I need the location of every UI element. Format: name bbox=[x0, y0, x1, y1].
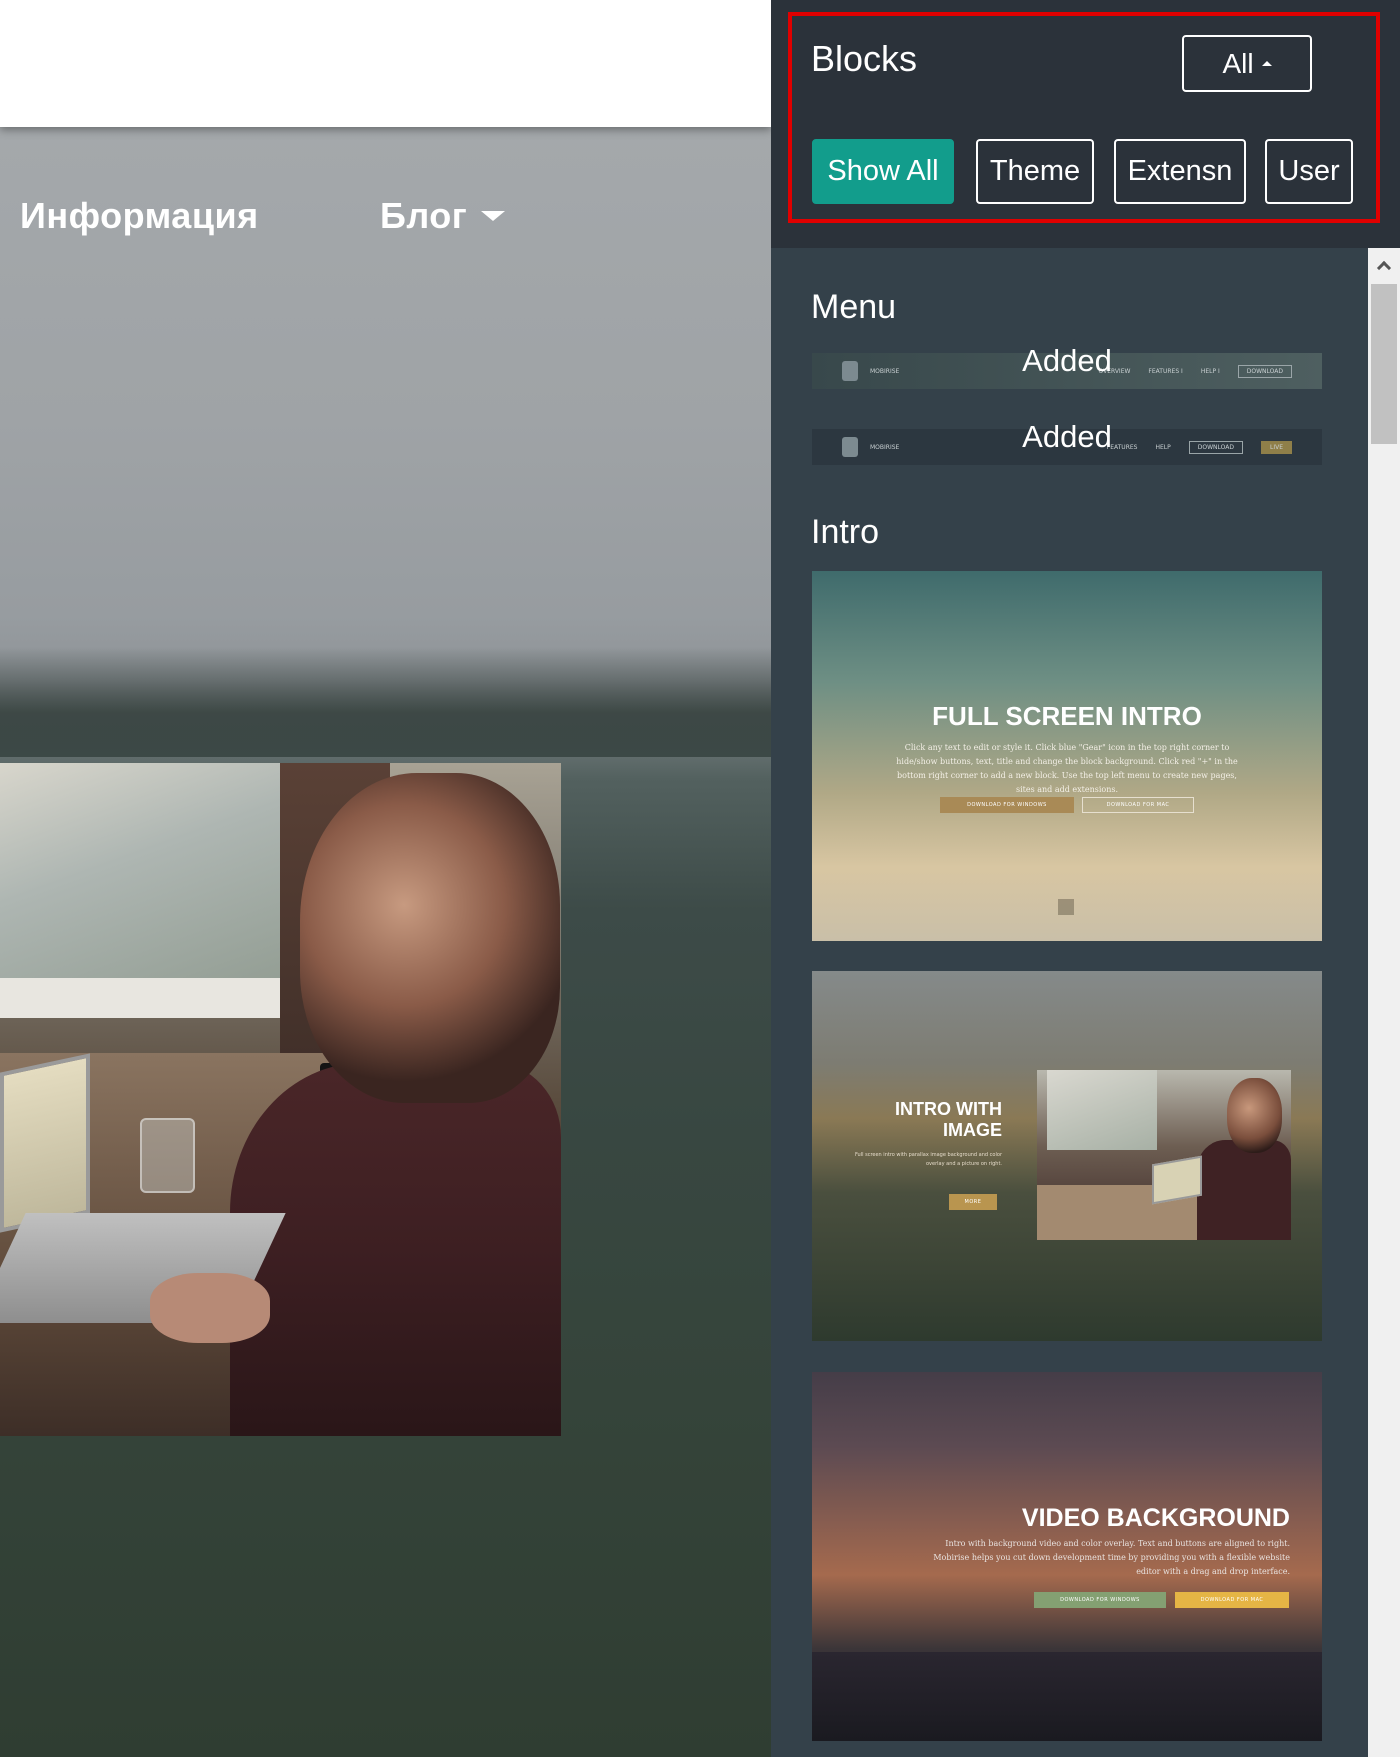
scroll-up-button[interactable] bbox=[1368, 248, 1400, 282]
block-thumb-description: Intro with background video and color ov… bbox=[933, 1539, 1290, 1576]
panel-title: Blocks bbox=[811, 38, 918, 79]
photo-person-body bbox=[230, 1063, 561, 1436]
inner-photo-person-head bbox=[1227, 1078, 1282, 1153]
vertical-scrollbar[interactable] bbox=[1368, 248, 1400, 1757]
block-thumb-image bbox=[1037, 1070, 1291, 1240]
added-label: Added bbox=[1022, 343, 1112, 378]
page-preview: Информация Блог bbox=[0, 0, 771, 1757]
category-dropdown-value: All bbox=[1222, 47, 1254, 79]
block-thumb-button: DOWNLOAD FOR WINDOWS bbox=[940, 797, 1074, 813]
blocks-list[interactable]: Menu MOBIRISE OVERVIEW FEATURES I HELP I… bbox=[771, 248, 1400, 1757]
blocks-panel-header: Blocks All Show All Theme Extensn User bbox=[771, 0, 1400, 248]
caret-down-icon bbox=[481, 211, 506, 221]
section-title-intro: Intro bbox=[811, 513, 880, 551]
block-thumb-button: MORE bbox=[949, 1194, 997, 1210]
forest-horizon bbox=[0, 647, 771, 757]
photo-window-sill bbox=[0, 978, 280, 1018]
caret-up-icon bbox=[1261, 61, 1272, 66]
intro-block-thumbnail-full-screen[interactable]: FULL SCREEN INTRO Click any text to edit… bbox=[812, 571, 1322, 941]
inner-photo-window bbox=[1047, 1070, 1157, 1150]
arrow-down-icon bbox=[1058, 899, 1074, 915]
chevron-up-icon bbox=[1376, 260, 1392, 276]
scrollbar-thumb[interactable] bbox=[1371, 284, 1397, 444]
nav-item-info[interactable]: Информация bbox=[20, 195, 259, 237]
menu-block-thumbnail[interactable]: MOBIRISE OVERVIEW FEATURES I HELP I DOWN… bbox=[812, 343, 1322, 389]
filter-show-all-button[interactable]: Show All bbox=[812, 139, 954, 204]
photo-laptop-screen bbox=[0, 1053, 90, 1233]
intro-block-thumbnail-with-image[interactable]: INTRO WITH IMAGE Full screen intro with … bbox=[812, 971, 1322, 1341]
block-thumb-button: DOWNLOAD FOR MAC bbox=[1175, 1592, 1289, 1608]
filter-theme-button[interactable]: Theme bbox=[976, 139, 1094, 204]
intro-block-thumbnail-video-background[interactable]: VIDEO BACKGROUND Intro with background v… bbox=[812, 1372, 1322, 1741]
block-thumb-title: INTRO WITH IMAGE bbox=[872, 1099, 1002, 1141]
photo-person-hand bbox=[150, 1273, 270, 1343]
block-thumb-title: FULL SCREEN INTRO bbox=[932, 701, 1202, 731]
nav-item-blog[interactable]: Блог bbox=[380, 195, 506, 237]
inner-photo-person-body bbox=[1197, 1140, 1291, 1240]
block-thumb-title-line: INTRO WITH bbox=[895, 1099, 1002, 1119]
block-thumb-water bbox=[812, 1652, 1322, 1741]
photo-person-head bbox=[300, 773, 560, 1103]
block-thumb-description: Full screen intro with parallax image ba… bbox=[854, 1152, 1002, 1167]
hero-image bbox=[0, 763, 561, 1436]
block-thumb-description: Click any text to edit or style it. Clic… bbox=[896, 743, 1238, 794]
filter-user-button[interactable]: User bbox=[1265, 139, 1353, 204]
block-thumb-button: DOWNLOAD FOR MAC bbox=[1082, 797, 1194, 813]
block-thumb-title: VIDEO BACKGROUND bbox=[1021, 1504, 1290, 1532]
section-title-menu: Menu bbox=[811, 288, 897, 326]
block-thumb-button: DOWNLOAD FOR WINDOWS bbox=[1034, 1592, 1166, 1608]
nav-item-info-label: Информация bbox=[20, 195, 259, 236]
blocks-panel: Blocks All Show All Theme Extensn User M… bbox=[771, 0, 1400, 1757]
menu-block-thumbnail[interactable]: MOBIRISE FEATURES HELP DOWNLOAD LIVE Add… bbox=[812, 419, 1322, 465]
filter-extensions-button[interactable]: Extensn bbox=[1114, 139, 1246, 204]
category-dropdown[interactable]: All bbox=[1182, 35, 1312, 92]
added-label: Added bbox=[1022, 419, 1112, 454]
block-thumb-title-line: IMAGE bbox=[942, 1120, 1002, 1140]
nav-item-blog-label: Блог bbox=[380, 195, 468, 236]
photo-glass bbox=[140, 1118, 195, 1193]
preview-topbar bbox=[0, 0, 771, 127]
photo-window bbox=[0, 763, 280, 1013]
